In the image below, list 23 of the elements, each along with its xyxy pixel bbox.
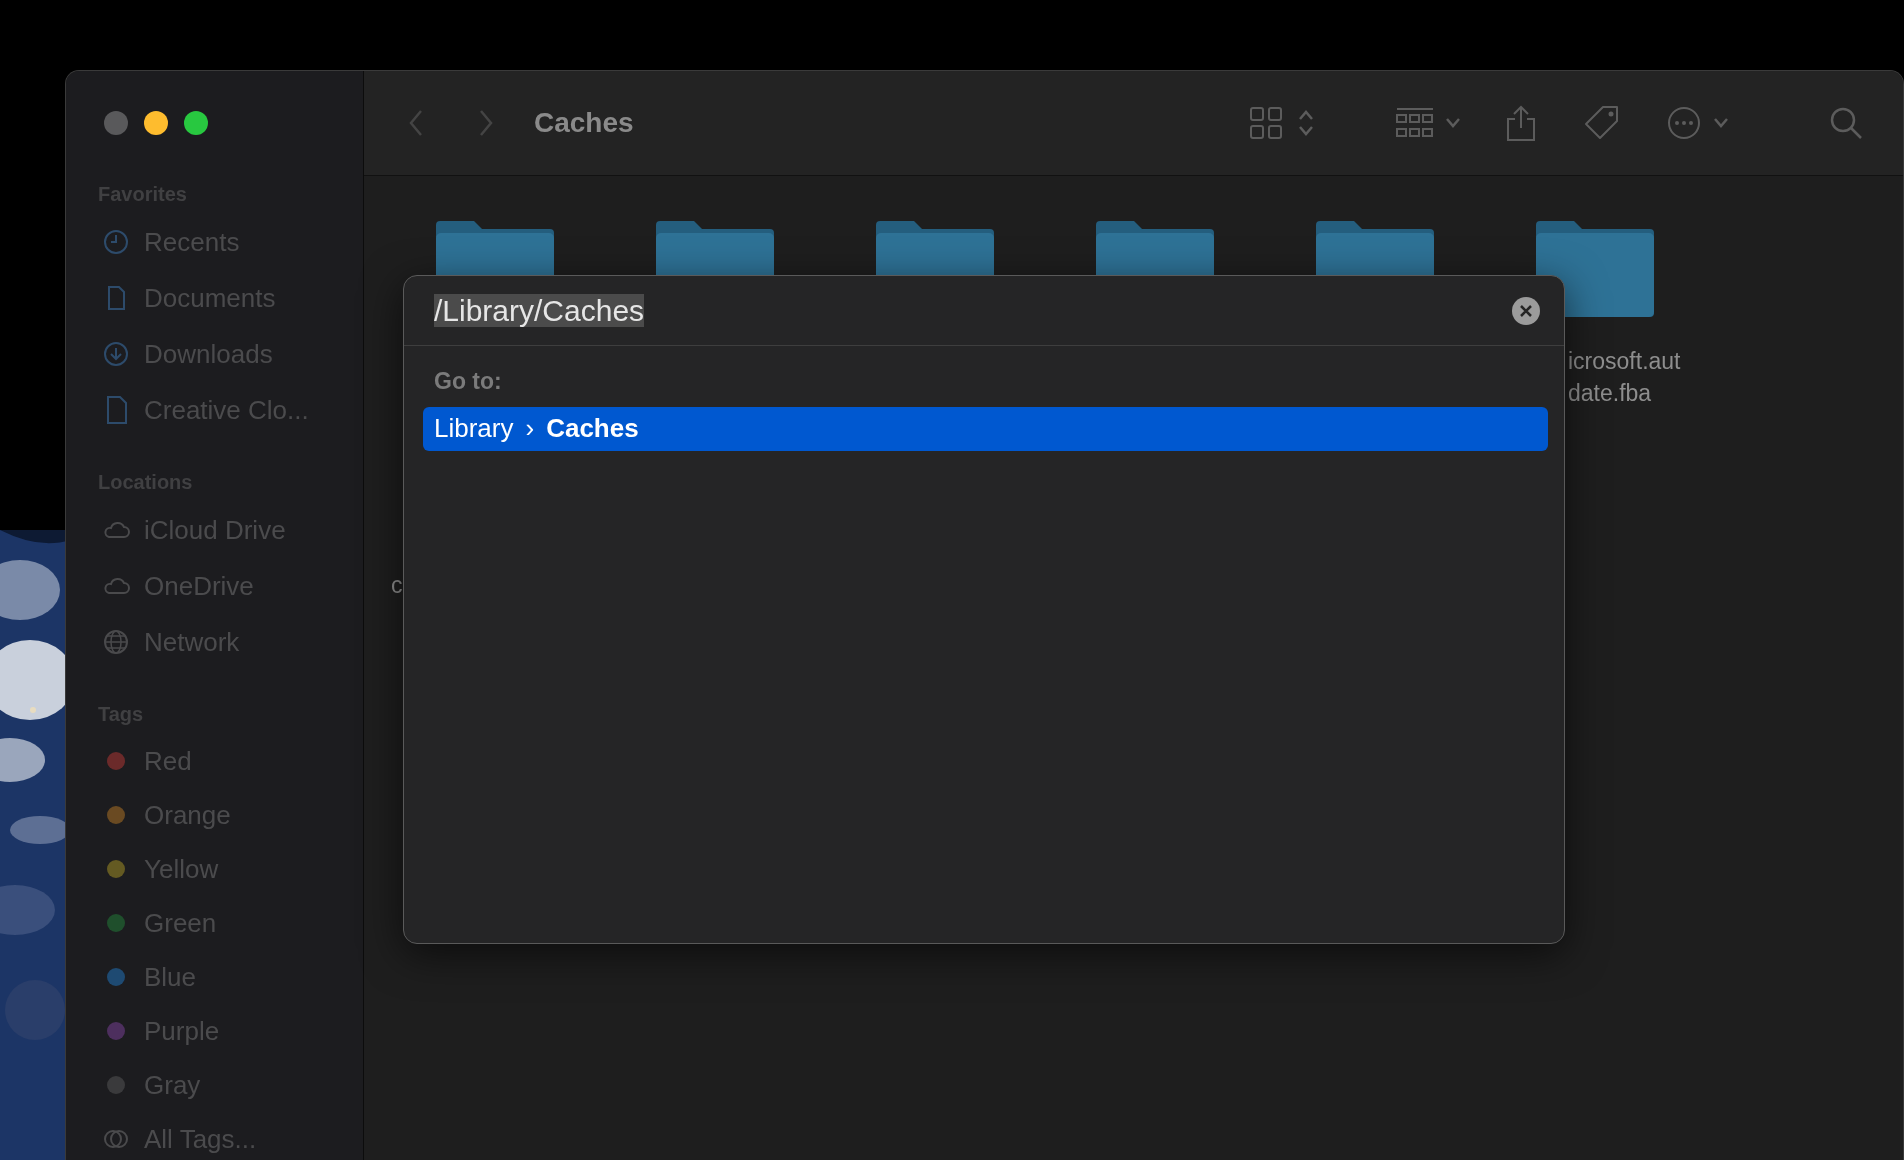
grid-view-icon[interactable]	[1249, 106, 1283, 140]
zoom-button[interactable]	[184, 110, 208, 135]
more-icon[interactable]	[1667, 106, 1701, 140]
share-icon[interactable]	[1505, 104, 1537, 142]
minimize-button[interactable]	[144, 110, 168, 135]
path-field[interactable]: /Library/Caches	[434, 288, 1512, 333]
clock-icon	[102, 228, 130, 256]
sort-arrows-icon[interactable]	[1297, 108, 1315, 138]
file-name: icrosoft.aut date.fba	[1568, 347, 1681, 408]
file-name: c	[391, 571, 403, 600]
close-button[interactable]	[104, 110, 128, 135]
window-title: Caches	[534, 106, 634, 140]
group-icon[interactable]	[1395, 107, 1435, 139]
result-item[interactable]: Library › Caches	[423, 406, 1548, 451]
chevron-down-icon[interactable]	[1713, 117, 1729, 129]
chevron-down-icon[interactable]	[1445, 117, 1461, 129]
clear-button[interactable]	[1512, 296, 1540, 325]
close-icon	[1519, 303, 1533, 318]
search-icon[interactable]	[1829, 106, 1863, 140]
download-icon	[102, 340, 130, 368]
tag-icon[interactable]	[1583, 104, 1621, 142]
section-heading: Go to:	[433, 367, 503, 396]
globe-icon	[102, 628, 130, 656]
